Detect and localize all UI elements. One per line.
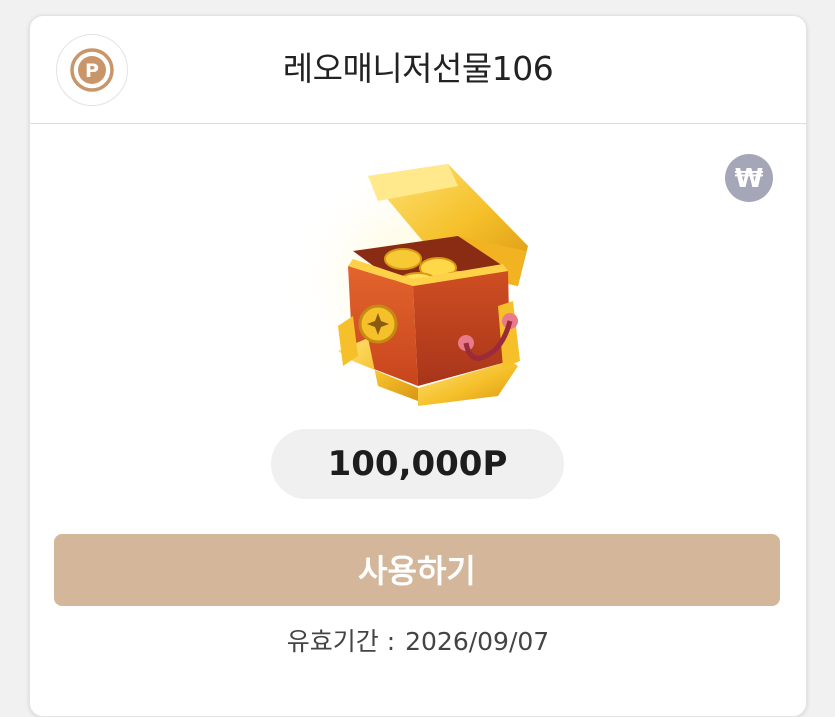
svg-text:₩: ₩: [735, 164, 764, 194]
validity-label: 유효기간 :: [286, 627, 396, 656]
point-coin-icon: P: [56, 34, 128, 106]
treasure-chest-icon: [295, 156, 531, 426]
won-icon: ₩: [725, 154, 773, 202]
svg-text:P: P: [85, 60, 99, 82]
validity-date: 2026/09/07: [405, 627, 550, 656]
gift-title: 레오매니저선물106: [282, 49, 554, 88]
use-button[interactable]: 사용하기: [54, 534, 780, 606]
card-header: P 레오매니저선물106: [30, 16, 806, 124]
point-amount: 100,000P: [271, 429, 564, 499]
gift-card: P 레오매니저선물106 ₩ 100,000P 사용하기 유효기간: 2026…: [29, 15, 807, 717]
validity-period: 유효기간 : 2026/09/07: [30, 622, 806, 662]
